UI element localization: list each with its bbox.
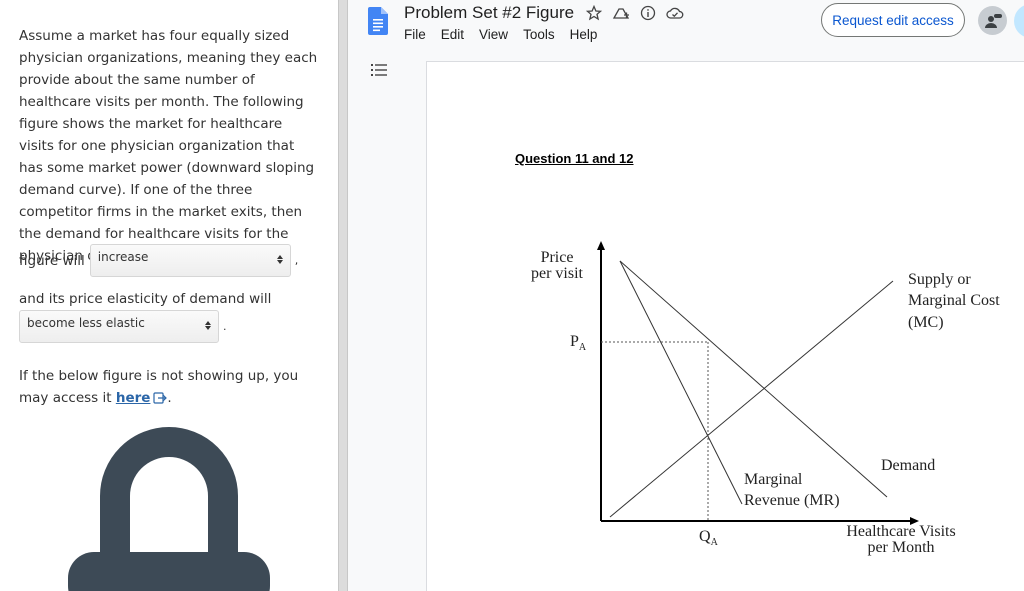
blank-1-row: figure will increase , [19,244,298,277]
document-page: Question 11 and 12 Price per visit PA QA… [426,61,1024,591]
here-link[interactable]: here [116,390,151,406]
fallback-end: . [167,390,172,406]
pane-divider[interactable] [338,0,348,591]
question-text: Assume a market has four equally sized p… [19,28,318,264]
demand-label: Demand [881,457,935,474]
cloud-status-icon[interactable] [666,5,684,26]
move-to-drive-icon[interactable] [612,5,630,26]
blank-2-row: become less elastic . [19,310,227,343]
menu-edit[interactable]: Edit [441,27,464,42]
google-docs-logo-icon[interactable] [368,7,388,40]
anonymous-user-icon [984,13,1002,28]
menu-file[interactable]: File [404,27,426,42]
supply-label-line2: Marginal Cost [908,292,1000,309]
select-arrows-icon [205,321,211,330]
supply-label-line1: Supply or [908,271,971,288]
blank-1-prefix: figure will [19,252,85,269]
blank-2-suffix: . [223,320,227,333]
market-diagram: Price per visit PA QA Healthcare Visits … [531,241,1000,556]
lock-icon [68,424,270,591]
select-arrows-icon [276,255,283,264]
marginal-revenue-curve [619,260,743,505]
mr-label-line2: Revenue (MR) [744,492,840,509]
x-axis-label-line2: per Month [867,539,934,556]
menu-help[interactable]: Help [570,27,598,42]
y-axis-label-line2: per visit [531,265,584,282]
price-label: PA [570,333,587,353]
y-axis-label-line1: Price [541,249,574,266]
blank-2-prefix: and its price elasticity of demand will [19,291,272,307]
account-badge[interactable] [1014,4,1024,38]
x-axis-label-line1: Healthcare Visits [846,523,955,540]
document-title[interactable]: Problem Set #2 Figure [404,3,574,23]
account-avatar[interactable] [978,6,1007,35]
menu-tools[interactable]: Tools [523,27,555,42]
star-icon[interactable] [585,4,603,26]
request-edit-access-button[interactable]: Request edit access [821,3,965,37]
mr-label-line1: Marginal [744,471,803,488]
y-axis-arrowhead [597,241,605,250]
docs-viewer: Problem Set #2 Figure File Edit View Too… [348,0,1024,591]
demand-curve [619,260,888,498]
external-link-icon [153,389,168,411]
elasticity-value: become less elastic [27,316,145,330]
quantity-label: QA [699,528,719,548]
question-panel: Assume a market has four equally sized p… [0,0,338,591]
elasticity-select[interactable]: become less elastic [19,310,219,343]
demand-change-value: increase [97,250,149,264]
menu-view[interactable]: View [479,27,508,42]
docs-menubar: File Edit View Tools Help [404,27,597,42]
fallback-note: If the below figure is not showing up, y… [19,365,324,411]
info-icon[interactable] [640,5,656,26]
document-outline-icon[interactable] [370,62,388,83]
blank-1-suffix: , [294,254,299,267]
title-actions [585,4,684,26]
demand-change-select[interactable]: increase [89,244,291,277]
supply-label-line3: (MC) [908,314,944,331]
